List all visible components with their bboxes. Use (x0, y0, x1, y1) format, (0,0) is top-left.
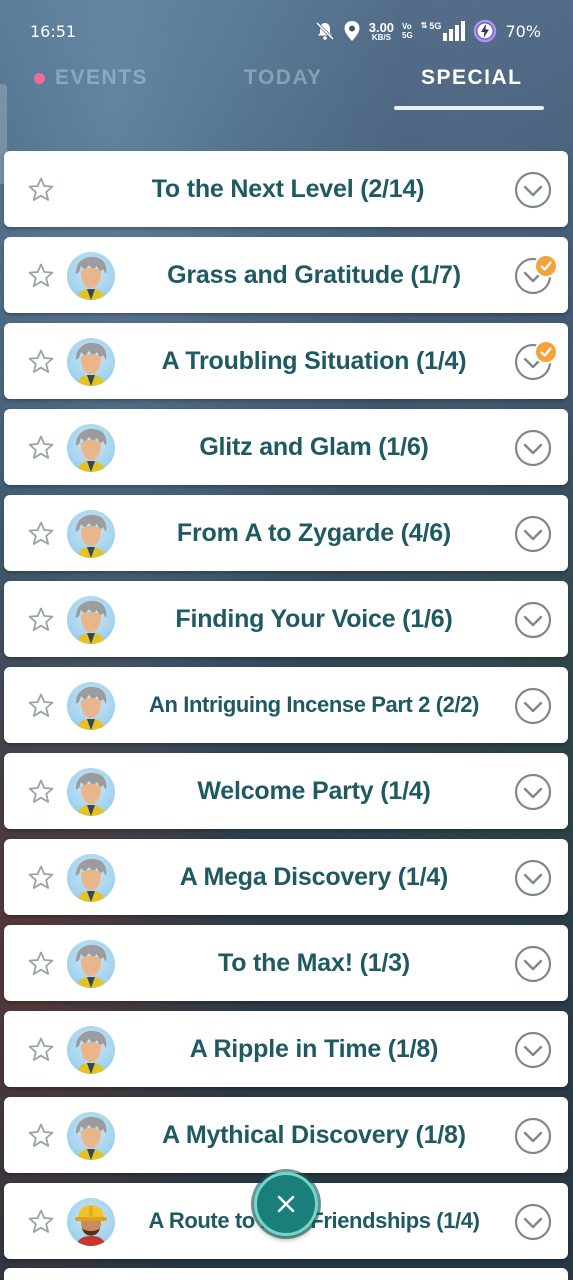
research-title: A Troubling Situation (1/4) (161, 346, 467, 375)
active-tab-indicator (394, 106, 544, 110)
chevron-down-icon[interactable] (514, 773, 552, 811)
chevron-down-icon[interactable] (514, 1117, 552, 1155)
research-row[interactable]: To the Max! (1/3) (4, 925, 568, 1001)
volte-bottom: 5G (402, 31, 413, 40)
research-title: Finding Your Voice (1/6) (175, 604, 453, 633)
professor-avatar (67, 940, 115, 988)
star-icon[interactable] (27, 950, 55, 978)
chevron-down-icon[interactable] (514, 171, 552, 209)
star-icon[interactable] (27, 434, 55, 462)
chevron-down-icon[interactable] (514, 601, 552, 639)
research-row[interactable]: Welcome Party (1/4) (4, 753, 568, 829)
star-icon[interactable] (27, 262, 55, 290)
research-title: A Ripple in Time (1/8) (189, 1034, 439, 1063)
tab-events[interactable]: EVENTS (34, 66, 148, 90)
star-icon[interactable] (27, 1208, 55, 1236)
completed-check-icon (534, 254, 558, 278)
research-row-partial (4, 1268, 568, 1280)
professor-avatar (67, 1112, 115, 1160)
research-title: A Mythical Discovery (1/8) (162, 1120, 466, 1149)
tab-special[interactable]: SPECIAL (421, 66, 523, 90)
research-row[interactable]: A Mythical Discovery (1/8) (4, 1097, 568, 1173)
research-row[interactable]: An Intriguing Incense Part 2 (2/2) (4, 667, 568, 743)
research-row[interactable]: Glitz and Glam (1/6) (4, 409, 568, 485)
mute-icon (315, 21, 335, 41)
battery-level: 70% (505, 21, 541, 41)
chevron-down-icon[interactable] (514, 429, 552, 467)
research-row[interactable]: A Mega Discovery (1/4) (4, 839, 568, 915)
star-icon[interactable] (27, 348, 55, 376)
chevron-down-icon[interactable] (514, 687, 552, 725)
tab-events-label: EVENTS (55, 66, 149, 89)
notification-dot (34, 72, 45, 84)
research-title: To the Next Level (2/14) (151, 174, 425, 203)
close-button[interactable] (254, 1172, 318, 1236)
professor-avatar (67, 252, 115, 300)
research-title: Welcome Party (1/4) (197, 776, 431, 805)
research-row[interactable]: A Troubling Situation (1/4) (4, 323, 568, 399)
chevron-down-icon[interactable] (514, 1203, 552, 1241)
research-row[interactable]: Finding Your Voice (1/6) (4, 581, 568, 657)
star-icon[interactable] (27, 1036, 55, 1064)
hardhat-character-avatar (67, 1198, 115, 1246)
chevron-down-icon[interactable] (514, 515, 552, 553)
star-icon[interactable] (27, 176, 55, 204)
star-icon[interactable] (27, 520, 55, 548)
professor-avatar (67, 768, 115, 816)
research-row[interactable]: Grass and Gratitude (1/7) (4, 237, 568, 313)
net-speed-value: 3.00 (368, 19, 395, 35)
signal-icon: ⇅ 5G (421, 21, 466, 41)
star-icon[interactable] (27, 692, 55, 720)
research-title: To the Max! (1/3) (218, 948, 410, 977)
research-row[interactable]: A Ripple in Time (1/8) (4, 1011, 568, 1087)
professor-avatar (67, 338, 115, 386)
battery-saver-icon (473, 19, 497, 43)
net-speed: 3.00 KB/S (369, 21, 394, 42)
chevron-down-icon[interactable] (514, 1031, 552, 1069)
chevron-down-icon[interactable] (514, 945, 552, 983)
professor-avatar (67, 424, 115, 472)
professor-avatar (67, 510, 115, 558)
status-icons: 3.00 KB/S Vo 5G ⇅ 5G 70% (315, 18, 541, 44)
completed-check-icon (534, 340, 558, 364)
tab-today-label: TODAY (244, 66, 323, 89)
status-time: 16:51 (30, 22, 77, 41)
network-type: 5G (429, 21, 442, 31)
volte-top: Vo (402, 22, 412, 31)
research-title: Grass and Gratitude (1/7) (167, 260, 461, 289)
professor-avatar (67, 1026, 115, 1074)
star-icon[interactable] (27, 1122, 55, 1150)
research-title: From A to Zygarde (4/6) (176, 518, 452, 547)
professor-avatar (67, 854, 115, 902)
star-icon[interactable] (27, 606, 55, 634)
tab-special-label: SPECIAL (421, 66, 523, 89)
professor-avatar (67, 682, 115, 730)
research-row[interactable]: To the Next Level (2/14) (4, 151, 568, 227)
location-icon (343, 20, 361, 42)
close-icon (277, 1195, 295, 1213)
research-title: Glitz and Glam (1/6) (199, 432, 429, 461)
research-row[interactable]: From A to Zygarde (4/6) (4, 495, 568, 571)
net-speed-unit: KB/S (371, 32, 391, 42)
tab-bar: EVENTS TODAY SPECIAL (0, 62, 573, 112)
volte-indicator: Vo 5G (402, 22, 413, 40)
chevron-down-icon[interactable] (514, 859, 552, 897)
professor-avatar (67, 596, 115, 644)
research-title: A Mega Discovery (1/4) (179, 862, 449, 891)
research-list: To the Next Level (2/14) Grass and Grati… (4, 151, 568, 1269)
research-title: An Intriguing Incense Part 2 (2/2) (149, 692, 479, 717)
star-icon[interactable] (27, 864, 55, 892)
tab-today[interactable]: TODAY (244, 66, 323, 90)
star-icon[interactable] (27, 778, 55, 806)
status-bar: 16:51 3.00 KB/S Vo 5G ⇅ 5G 70% (0, 0, 573, 62)
